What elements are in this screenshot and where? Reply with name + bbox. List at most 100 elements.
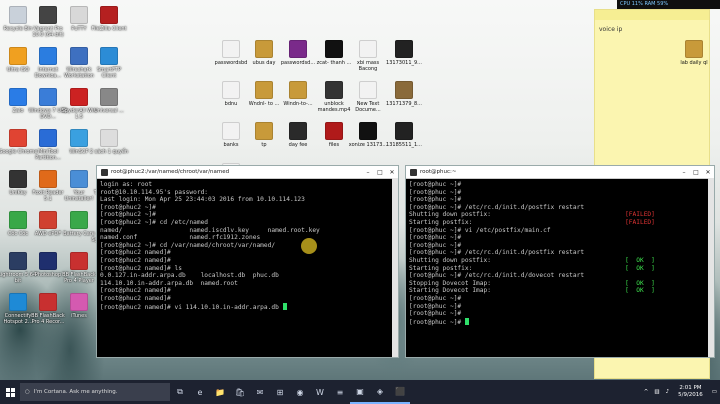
terminal-line: Stopping Dovecot Imap: [ OK ] (409, 280, 711, 288)
putty-icon (101, 168, 108, 176)
maximize-button[interactable]: □ (374, 169, 386, 176)
maximize-button[interactable]: □ (690, 169, 702, 176)
file-icon (325, 81, 343, 99)
terminal-line: Last login: Mon Apr 25 23:44:03 2016 fro… (100, 196, 305, 204)
close-button[interactable]: ✕ (386, 169, 398, 176)
taskbar-app-icon[interactable]: ▣ (350, 380, 370, 404)
clock[interactable]: 2:01 PM 5/9/2016 (672, 385, 709, 399)
network-icon[interactable]: ▥ (651, 389, 662, 395)
terminal-line: [root@phuc ~]# /etc/rc.d/init.d/postfix … (409, 204, 711, 212)
terminal-line-text: [root@phuc ~]# (409, 188, 462, 196)
taskbar-app-icon[interactable]: ⊞ (270, 380, 290, 404)
desktop-icon[interactable]: SmartFTP Client (89, 47, 129, 79)
terminal-line: [root@phuc ~]# /etc/rc.d/init.d/dovecot … (409, 272, 711, 280)
file-icon (395, 122, 413, 140)
scrollbar[interactable] (708, 178, 714, 357)
terminal-line-text: [root@phuc ~]# /etc/rc.d/init.d/postfix … (409, 203, 585, 211)
terminal-window-phuc[interactable]: root@phuc:~ – □ ✕ [root@phuc ~]# [root@ph… (405, 165, 715, 358)
terminal-title: root@phuc2:/var/named/chroot/var/named (111, 169, 230, 175)
app-icon (100, 6, 118, 24)
terminal-window-phuc2[interactable]: root@phuc2:/var/named/chroot/var/named –… (96, 165, 399, 358)
folder-icon (685, 40, 703, 58)
terminal-titlebar[interactable]: root@phuc:~ – □ ✕ (406, 166, 714, 179)
terminal-line: Starting postfix: [FAILED] (409, 219, 711, 227)
taskbar-app-icon[interactable]: 🛍 (230, 380, 250, 404)
terminal-line: Shutting down postfix: [FAILED] (409, 211, 711, 219)
file-icon (359, 122, 377, 140)
terminal-output[interactable]: [root@phuc ~]# [root@phuc ~]# [root@phuc ~… (406, 179, 714, 328)
desktop-icon[interactable]: 2 sách 1 quyển (89, 129, 129, 155)
terminal-line-text: Starting postfix: (409, 218, 626, 226)
terminal-line-text: [root@phuc ~]# (409, 318, 465, 326)
desktop-file-icon[interactable]: xbi mass Bacong (348, 40, 388, 72)
desktop-icon[interactable]: Universal ... (89, 88, 129, 114)
windows-icon (5, 387, 15, 397)
taskbar-app-icon[interactable]: ⧉ (170, 380, 190, 404)
terminal-line: [root@phuc2 named]# (100, 287, 171, 295)
desktop-file-icon[interactable]: New Text Docume... (348, 81, 388, 113)
taskbar-app-icon[interactable]: ≡ (330, 380, 350, 404)
app-icon (39, 6, 57, 24)
desktop-icon-label: passwordsd... (280, 60, 316, 66)
scrollbar[interactable] (392, 178, 398, 357)
taskbar-app-icon[interactable]: W (310, 380, 330, 404)
taskbar-app-icon[interactable]: 📁 (210, 380, 230, 404)
app-icon (100, 129, 118, 147)
cortana-search-box[interactable]: ○ I'm Cortana. Ask me anything. (20, 383, 170, 401)
terminal-titlebar[interactable]: root@phuc2:/var/named/chroot/var/named –… (97, 166, 398, 179)
app-icon (9, 252, 27, 270)
terminal-line: [root@phuc2 ~]# (100, 203, 156, 211)
file-icon (325, 122, 343, 140)
status-badge: [ OK ] (625, 256, 655, 264)
close-button[interactable]: ✕ (702, 169, 714, 176)
app-icon (70, 170, 88, 188)
terminal-line: Starting postfix: [ OK ] (409, 265, 711, 273)
file-icon (222, 40, 240, 58)
app-icon (70, 211, 88, 229)
app-icon (100, 88, 118, 106)
file-icon (255, 122, 273, 140)
terminal-line: [root@phuc2 named]# ls (100, 264, 182, 272)
app-icon (9, 170, 27, 188)
chevron-up-icon[interactable]: ^ (641, 389, 652, 395)
terminal-line: 114.10.10.in-addr.arpa.db named.root (100, 279, 238, 287)
file-icon (359, 40, 377, 58)
taskbar-app-icon[interactable]: e (190, 380, 210, 404)
sticky-note-bar[interactable] (595, 10, 709, 20)
terminal-line-text: [root@phuc ~]# (409, 310, 462, 318)
desktop-file-icon[interactable]: passwordsd... (278, 40, 318, 66)
volume-icon[interactable]: ♪ (663, 389, 673, 395)
taskbar-app-icon[interactable]: ⬛ (390, 380, 410, 404)
terminal-line: Starting Dovecot Imap: [ OK ] (409, 287, 711, 295)
file-icon (395, 81, 413, 99)
start-button[interactable] (0, 380, 20, 404)
desktop-icon[interactable]: FileZilla Client (89, 6, 129, 32)
desktop-file-icon[interactable]: day fee (278, 122, 318, 148)
minimize-button[interactable]: – (362, 169, 374, 176)
sticky-note-text: voice ip (599, 26, 623, 33)
terminal-output[interactable]: login as: root root@10.10.114.95's passwo… (97, 179, 398, 313)
desktop-file-icon[interactable]: 13185511_1... (384, 122, 424, 148)
desktop-file-icon[interactable]: 13171379_8... (384, 81, 424, 107)
taskbar-app-icon[interactable]: ◈ (370, 380, 390, 404)
app-icon (39, 129, 57, 147)
taskbar-app-icon[interactable]: ◉ (290, 380, 310, 404)
desktop-file-icon[interactable]: 13173011_9... (384, 40, 424, 66)
notification-icon[interactable]: ▭ (709, 389, 720, 395)
taskbar-app-icon[interactable]: ✉ (250, 380, 270, 404)
file-icon (255, 81, 273, 99)
terminal-line: [root@phuc ~]# (409, 189, 711, 197)
desktop-icon-label: 13173011_9... (386, 60, 422, 66)
app-icon (70, 129, 88, 147)
desktop-icon-label: day fee (288, 142, 308, 148)
search-placeholder: I'm Cortana. Ask me anything. (33, 389, 118, 395)
terminal-line: Shutting down postfix: [ OK ] (409, 257, 711, 265)
desktop-icon-label: SmartFTP Client (97, 67, 121, 79)
app-icon (70, 252, 88, 270)
minimize-button[interactable]: – (678, 169, 690, 176)
desktop-file-icon[interactable]: Windn-to-... (278, 81, 318, 107)
desktop-icon-lab-daily[interactable]: lab daily ql (674, 40, 714, 66)
app-icon (9, 211, 27, 229)
terminal-line-text: Stopping Dovecot Imap: (409, 279, 626, 287)
desktop-file-icon[interactable]: xonize 13173... (348, 122, 388, 148)
